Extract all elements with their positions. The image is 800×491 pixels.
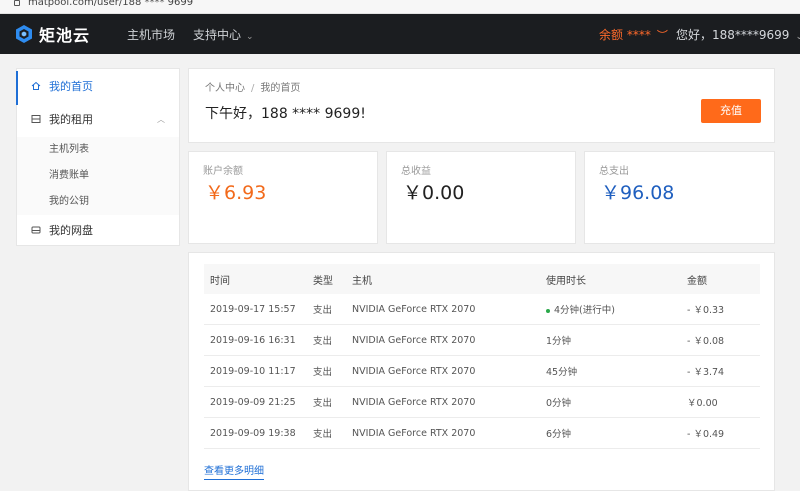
breadcrumb-current: 我的首页 — [260, 83, 301, 94]
chevron-up-icon: ︿ — [157, 114, 165, 124]
cell-time: 2019-09-09 21:25 — [210, 396, 296, 408]
cell-type: 支出 — [313, 398, 333, 409]
cell-host: NVIDIA GeForce RTX 2070 — [352, 396, 476, 408]
stat-label: 账户余额 — [203, 166, 243, 177]
logo-text: 矩池云 — [39, 26, 91, 45]
cell-type: 支出 — [313, 336, 333, 347]
sidebar-subitem-public-keys[interactable]: 我的公钥 — [17, 189, 179, 215]
sidebar-subitem-billing[interactable]: 消费账单 — [17, 163, 179, 189]
eye-closed-icon[interactable]: ︶ — [657, 29, 668, 42]
welcome-card: 个人中心 / 我的首页 下午好，188 **** 9699! 充值 — [188, 68, 775, 143]
sidebar-subitem-host-list[interactable]: 主机列表 — [17, 137, 179, 163]
header-amount: 金额 — [687, 275, 707, 287]
breadcrumb-personal-center[interactable]: 个人中心 — [205, 83, 245, 94]
header-duration: 使用时长 — [546, 275, 586, 287]
sidebar-item-label: 我的网盘 — [49, 224, 93, 237]
breadcrumb-separator: / — [251, 83, 255, 94]
greeting-text: 下午好，188 **** 9699! — [205, 106, 366, 122]
chevron-down-icon: ⌄ — [246, 32, 254, 42]
cell-time: 2019-09-10 11:17 — [210, 365, 296, 377]
cell-amount: - ￥0.08 — [687, 336, 725, 347]
user-menu[interactable]: 您好，188****9699 ⌄ — [676, 26, 800, 43]
sidebar-item-netdisk[interactable]: 我的网盘 — [17, 215, 179, 245]
cell-time: 2019-09-09 19:38 — [210, 427, 296, 439]
stat-card-income: 总收益 ￥0.00 — [386, 151, 576, 244]
nav-host-market[interactable]: 主机市场 — [127, 26, 175, 43]
address-url[interactable]: matpool.com/user/188 **** 9699 — [28, 0, 193, 8]
sidebar-item-label: 我的租用 — [49, 113, 93, 126]
cell-duration: 45分钟 — [546, 367, 578, 378]
cell-duration: 6分钟 — [546, 429, 572, 440]
lock-icon — [14, 0, 20, 6]
disk-icon — [31, 226, 41, 234]
server-icon — [31, 115, 41, 123]
transactions-table: 时间 类型 主机 使用时长 金额 2019-09-17 15:57 支出 NVI… — [204, 264, 760, 449]
balance-toggle[interactable]: 余额 **** ︶ — [599, 26, 668, 43]
breadcrumb: 个人中心 / 我的首页 — [205, 79, 300, 94]
sidebar-item-rentals[interactable]: 我的租用 ︿ — [17, 104, 179, 134]
logo-icon — [16, 25, 32, 43]
cell-duration: 4分钟(进行中) — [540, 302, 681, 316]
logo[interactable]: 矩池云 — [14, 23, 90, 45]
header-host: 主机 — [352, 275, 372, 287]
stat-value: ￥96.08 — [601, 182, 675, 204]
cell-amount: ￥0.00 — [687, 398, 718, 409]
running-status-dot — [546, 308, 550, 313]
stat-label: 总支出 — [599, 166, 629, 177]
recharge-button[interactable]: 充值 — [701, 99, 761, 123]
cell-type: 支出 — [313, 429, 333, 440]
header-time: 时间 — [210, 275, 230, 287]
cell-host: NVIDIA GeForce RTX 2070 — [352, 427, 476, 439]
cell-type: 支出 — [313, 367, 333, 378]
stat-value: ￥0.00 — [403, 182, 465, 204]
header-type: 类型 — [313, 275, 333, 287]
cell-amount: - ￥3.74 — [687, 367, 725, 378]
nav-support-center[interactable]: 支持中心 ⌄ — [193, 26, 254, 43]
stat-value: ￥6.93 — [205, 182, 267, 204]
chevron-down-icon: ⌄ — [795, 32, 800, 42]
cell-host: NVIDIA GeForce RTX 2070 — [352, 365, 476, 377]
cell-amount: - ￥0.49 — [687, 429, 725, 440]
table-row: 2019-09-17 15:57 支出 NVIDIA GeForce RTX 2… — [204, 294, 760, 325]
top-navbar: 矩池云 主机市场 支持中心 ⌄ 余额 **** ︶ 您好，188****9699 ⌄ — [0, 14, 800, 54]
balance-text: 余额 **** — [599, 28, 651, 42]
cell-time: 2019-09-16 16:31 — [210, 334, 296, 346]
cell-amount: - ￥0.33 — [687, 305, 725, 316]
cell-time: 2019-09-17 15:57 — [210, 303, 296, 315]
stat-card-expense: 总支出 ￥96.08 — [584, 151, 775, 244]
sidebar-item-home[interactable]: 我的首页 — [16, 71, 179, 105]
browser-address-bar[interactable]: matpool.com/user/188 **** 9699 — [0, 0, 800, 14]
cell-host: NVIDIA GeForce RTX 2070 — [352, 334, 476, 346]
table-row: 2019-09-10 11:17 支出 NVIDIA GeForce RTX 2… — [204, 356, 760, 387]
table-row: 2019-09-09 19:38 支出 NVIDIA GeForce RTX 2… — [204, 418, 760, 449]
home-icon — [31, 81, 41, 90]
view-more-link[interactable]: 查看更多明细 — [204, 462, 264, 480]
table-row: 2019-09-16 16:31 支出 NVIDIA GeForce RTX 2… — [204, 325, 760, 356]
sidebar: 我的首页 我的租用 ︿ 主机列表 消费账单 我的公钥 我的网盘 — [16, 68, 180, 246]
cell-host: NVIDIA GeForce RTX 2070 — [352, 303, 476, 315]
table-header: 时间 类型 主机 使用时长 金额 — [204, 264, 760, 294]
table-row: 2019-09-09 21:25 支出 NVIDIA GeForce RTX 2… — [204, 387, 760, 418]
stat-card-balance: 账户余额 ￥6.93 — [188, 151, 378, 244]
sidebar-item-label: 我的首页 — [49, 80, 93, 93]
cell-duration: 1分钟 — [546, 336, 572, 347]
nav-support-label: 支持中心 — [193, 28, 242, 42]
cell-type: 支出 — [313, 305, 333, 316]
duration-text: 4分钟(进行中) — [554, 305, 615, 316]
cell-duration: 0分钟 — [546, 398, 572, 409]
stat-label: 总收益 — [401, 166, 431, 177]
user-greeting: 您好，188****9699 — [676, 28, 790, 42]
